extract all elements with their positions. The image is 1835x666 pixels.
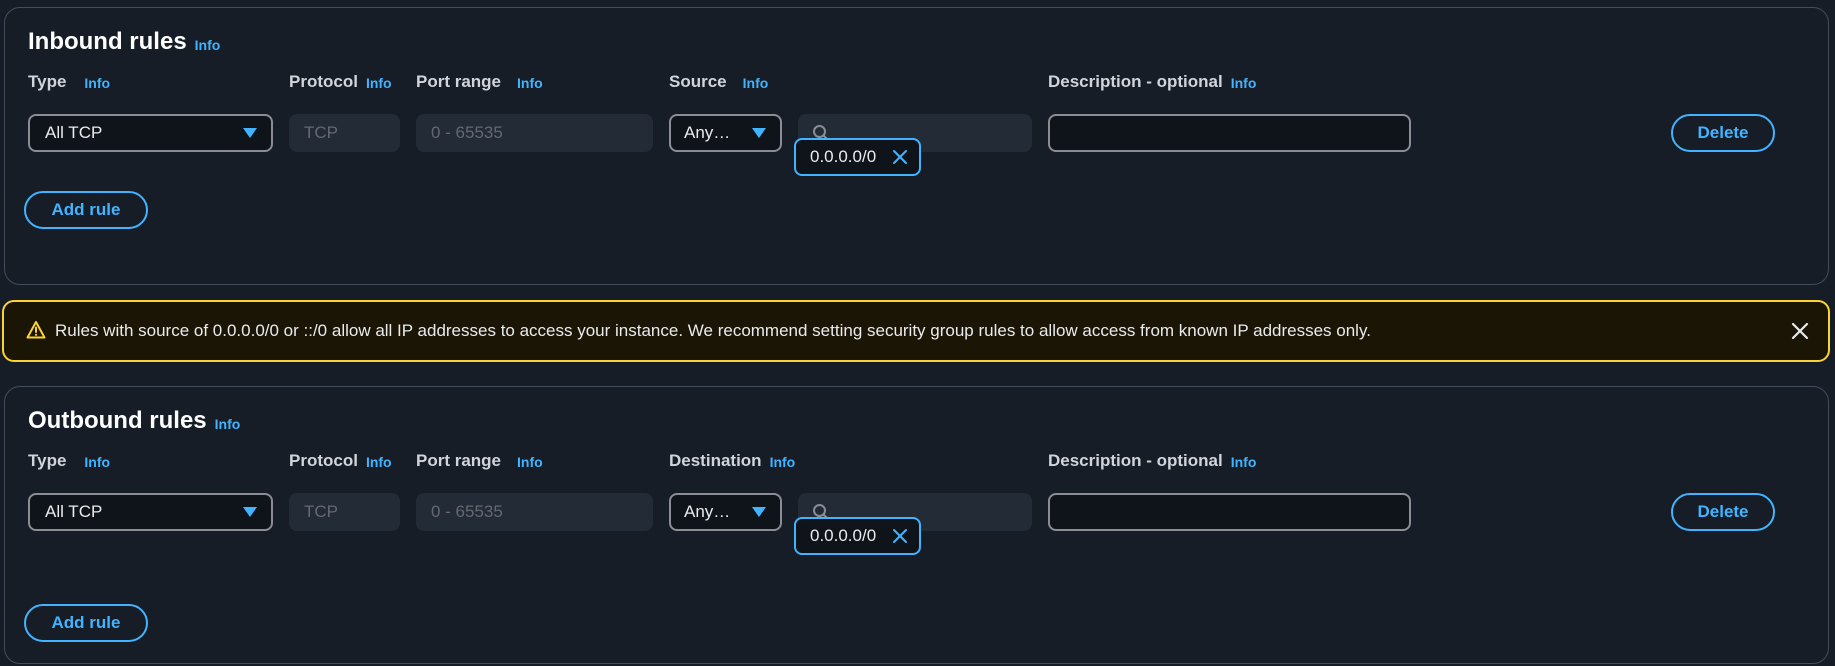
add-outbound-rule-button[interactable]: Add rule <box>24 604 148 642</box>
warning-triangle-icon <box>26 321 46 339</box>
remove-token-icon[interactable] <box>891 527 909 545</box>
protocol-field: TCP <box>289 114 400 152</box>
caret-down-icon <box>752 507 766 517</box>
description-info-link[interactable]: Info <box>1231 75 1257 91</box>
outbound-title-info-link[interactable]: Info <box>215 416 241 432</box>
inbound-rules-title: Inbound rules Info <box>28 28 220 56</box>
inbound-title-info-link[interactable]: Info <box>195 37 221 53</box>
protocol-column-label: Protocol Info <box>289 72 392 92</box>
add-inbound-rule-button[interactable]: Add rule <box>24 191 148 229</box>
type-info-link[interactable]: Info <box>84 454 110 470</box>
caret-down-icon <box>243 507 257 517</box>
port-range-field: 0 - 65535 <box>416 114 653 152</box>
port-range-label-text: Port range <box>416 451 502 470</box>
description-label-text: Description - optional <box>1048 451 1223 470</box>
type-info-link[interactable]: Info <box>84 75 110 91</box>
type-select[interactable]: All TCP <box>28 493 273 531</box>
type-select-value: All TCP <box>45 123 103 142</box>
protocol-field: TCP <box>289 493 400 531</box>
inbound-rules-panel: Inbound rules Info Type Info Protocol Info … <box>4 7 1829 285</box>
source-info-link[interactable]: Info <box>743 75 769 91</box>
type-select[interactable]: All TCP <box>28 114 273 152</box>
cidr-token: 0.0.0.0/0 <box>794 517 921 555</box>
destination-select-value: Anywh... <box>684 502 739 521</box>
delete-rule-button[interactable]: Delete <box>1671 114 1775 152</box>
cidr-token-text: 0.0.0.0/0 <box>810 147 877 166</box>
source-label-text: Source <box>669 72 727 91</box>
type-label-text: Type <box>28 72 67 91</box>
source-column-label: Source Info <box>669 72 768 92</box>
description-input[interactable] <box>1048 493 1411 531</box>
destination-select[interactable]: Anywh... <box>669 493 782 531</box>
port-range-info-link[interactable]: Info <box>517 454 543 470</box>
source-select[interactable]: Anywh... <box>669 114 782 152</box>
type-column-label: Type Info <box>28 72 110 92</box>
remove-token-icon[interactable] <box>891 148 909 166</box>
port-range-label-text: Port range <box>416 72 502 91</box>
delete-rule-button[interactable]: Delete <box>1671 493 1775 531</box>
outbound-rules-panel: Outbound rules Info Type Info Protocol Info… <box>4 386 1829 664</box>
description-info-link[interactable]: Info <box>1231 454 1257 470</box>
description-label-text: Description - optional <box>1048 72 1223 91</box>
type-select-value: All TCP <box>45 502 103 521</box>
protocol-column-label: Protocol Info <box>289 451 392 471</box>
outbound-rules-title: Outbound rules Info <box>28 407 240 435</box>
inbound-title-text: Inbound rules <box>28 28 187 55</box>
protocol-label-text: Protocol <box>289 72 358 91</box>
open-access-warning-banner: Rules with source of 0.0.0.0/0 or ::/0 a… <box>2 300 1830 362</box>
protocol-label-text: Protocol <box>289 451 358 470</box>
close-icon[interactable] <box>1790 321 1810 341</box>
type-column-label: Type Info <box>28 451 110 471</box>
protocol-info-link[interactable]: Info <box>366 75 392 91</box>
port-range-column-label: Port range Info <box>416 72 543 92</box>
destination-column-label: Destination Info <box>669 451 795 471</box>
destination-label-text: Destination <box>669 451 762 470</box>
description-column-label: Description - optional Info <box>1048 451 1256 471</box>
port-range-field: 0 - 65535 <box>416 493 653 531</box>
type-label-text: Type <box>28 451 67 470</box>
warning-message: Rules with source of 0.0.0.0/0 or ::/0 a… <box>55 321 1371 340</box>
cidr-token: 0.0.0.0/0 <box>794 138 921 176</box>
cidr-token-text: 0.0.0.0/0 <box>810 526 877 545</box>
description-input[interactable] <box>1048 114 1411 152</box>
port-range-column-label: Port range Info <box>416 451 543 471</box>
outbound-title-text: Outbound rules <box>28 407 207 434</box>
caret-down-icon <box>243 128 257 138</box>
caret-down-icon <box>752 128 766 138</box>
protocol-info-link[interactable]: Info <box>366 454 392 470</box>
description-column-label: Description - optional Info <box>1048 72 1256 92</box>
port-range-info-link[interactable]: Info <box>517 75 543 91</box>
source-select-value: Anywh... <box>684 123 739 142</box>
destination-info-link[interactable]: Info <box>770 454 796 470</box>
